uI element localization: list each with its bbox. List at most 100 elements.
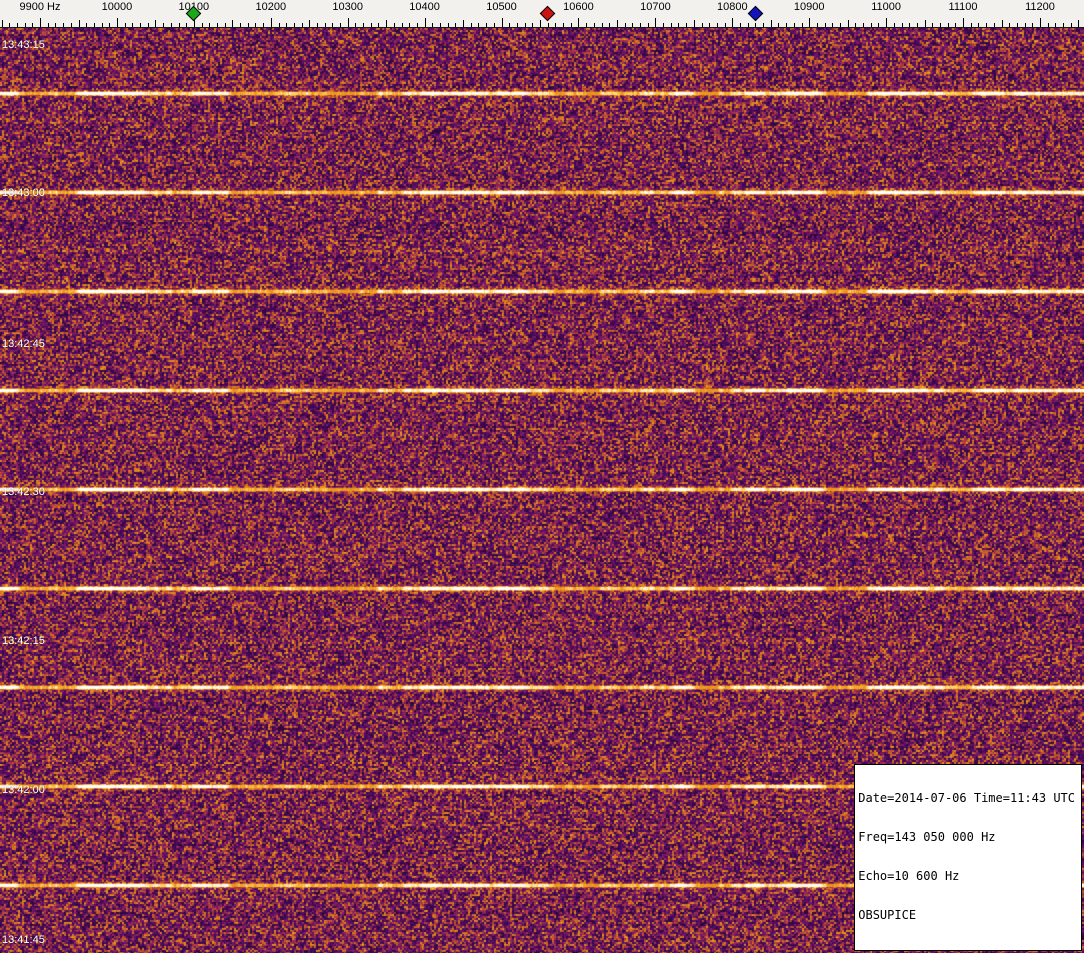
- ruler-tick: [778, 23, 779, 27]
- ruler-tick: [394, 23, 395, 27]
- ruler-tick: [955, 23, 956, 27]
- ruler-tick: [1017, 23, 1018, 27]
- ruler-tick: [655, 18, 656, 27]
- ruler-frequency-label: 10300: [313, 1, 383, 13]
- ruler-tick: [440, 23, 441, 27]
- frequency-ruler[interactable]: 9900 Hz100001010010200103001040010500106…: [0, 0, 1084, 28]
- ruler-tick: [963, 18, 964, 27]
- ruler-tick: [940, 23, 941, 27]
- ruler-tick: [563, 23, 564, 27]
- ruler-tick: [286, 23, 287, 27]
- ruler-tick: [140, 23, 141, 27]
- ruler-tick: [86, 23, 87, 27]
- spectrogram-app: 9900 Hz100001010010200103001040010500106…: [0, 0, 1084, 953]
- ruler-tick: [632, 23, 633, 27]
- ruler-tick: [1025, 23, 1026, 27]
- ruler-tick: [471, 23, 472, 27]
- ruler-tick: [902, 23, 903, 27]
- ruler-tick: [1078, 20, 1079, 27]
- ruler-tick: [878, 23, 879, 27]
- ruler-tick: [694, 20, 695, 27]
- ruler-tick: [802, 23, 803, 27]
- ruler-tick: [748, 23, 749, 27]
- info-freq-line: Freq=143 050 000 Hz: [858, 831, 1075, 844]
- ruler-tick: [425, 18, 426, 27]
- ruler-tick: [725, 23, 726, 27]
- ruler-tick: [848, 20, 849, 27]
- ruler-tick: [248, 23, 249, 27]
- ruler-tick: [225, 23, 226, 27]
- ruler-tick: [32, 23, 33, 27]
- ruler-tick: [417, 23, 418, 27]
- ruler-tick: [79, 20, 80, 27]
- ruler-frequency-label: 11000: [851, 1, 921, 13]
- ruler-tick: [917, 23, 918, 27]
- ruler-tick: [255, 23, 256, 27]
- ruler-tick: [1063, 23, 1064, 27]
- ruler-tick: [840, 23, 841, 27]
- ruler-tick: [71, 23, 72, 27]
- ruler-tick: [686, 23, 687, 27]
- ruler-tick: [555, 23, 556, 27]
- ruler-tick: [1009, 23, 1010, 27]
- ruler-tick: [355, 23, 356, 27]
- ruler-tick: [348, 18, 349, 27]
- time-label: 13:42:15: [2, 635, 45, 647]
- ruler-tick: [325, 23, 326, 27]
- ruler-tick: [809, 18, 810, 27]
- time-label: 13:43:15: [2, 39, 45, 51]
- ruler-tick: [863, 23, 864, 27]
- ruler-tick: [909, 23, 910, 27]
- ruler-tick: [294, 23, 295, 27]
- ruler-tick: [171, 23, 172, 27]
- ruler-tick: [578, 18, 579, 27]
- ruler-tick: [309, 20, 310, 27]
- ruler-frequency-label: 10000: [82, 1, 152, 13]
- observation-info-box: Date=2014-07-06 Time=11:43 UTC Freq=143 …: [854, 764, 1082, 951]
- ruler-tick: [432, 23, 433, 27]
- ruler-tick: [740, 23, 741, 27]
- ruler-tick: [948, 23, 949, 27]
- ruler-tick: [594, 23, 595, 27]
- ruler-tick: [732, 18, 733, 27]
- ruler-frequency-label: 10700: [620, 1, 690, 13]
- ruler-tick: [1002, 20, 1003, 27]
- ruler-tick: [648, 23, 649, 27]
- ruler-tick: [717, 23, 718, 27]
- ruler-tick: [532, 23, 533, 27]
- ruler-tick: [340, 23, 341, 27]
- ruler-frequency-label: 10200: [236, 1, 306, 13]
- time-label: 13:42:30: [2, 486, 45, 498]
- ruler-tick: [925, 20, 926, 27]
- ruler-tick: [63, 23, 64, 27]
- ruler-tick: [994, 23, 995, 27]
- ruler-tick: [163, 23, 164, 27]
- ruler-frequency-label: 10500: [467, 1, 537, 13]
- ruler-tick: [117, 18, 118, 27]
- ruler-tick: [855, 23, 856, 27]
- waterfall-area: -100 dB -50 0 Date=2014-07-06 Time=11:43…: [0, 28, 1084, 953]
- ruler-tick: [1032, 23, 1033, 27]
- ruler-tick: [102, 23, 103, 27]
- ruler-tick: [571, 23, 572, 27]
- ruler-frequency-label: 10400: [390, 1, 460, 13]
- ruler-tick: [40, 18, 41, 27]
- ruler-tick: [1040, 18, 1041, 27]
- ruler-tick: [409, 23, 410, 27]
- ruler-tick: [9, 23, 10, 27]
- ruler-frequency-label: 9900 Hz: [5, 1, 75, 13]
- ruler-tick: [240, 23, 241, 27]
- ruler-tick: [509, 23, 510, 27]
- ruler-tick: [202, 23, 203, 27]
- ruler-tick: [271, 18, 272, 27]
- ruler-tick: [332, 23, 333, 27]
- info-echo-line: Echo=10 600 Hz: [858, 870, 1075, 883]
- ruler-tick: [894, 23, 895, 27]
- ruler-tick: [617, 20, 618, 27]
- ruler-tick: [186, 23, 187, 27]
- ruler-tick: [478, 23, 479, 27]
- ruler-tick: [978, 23, 979, 27]
- ruler-tick: [871, 23, 872, 27]
- ruler-tick: [786, 23, 787, 27]
- ruler-tick: [755, 23, 756, 27]
